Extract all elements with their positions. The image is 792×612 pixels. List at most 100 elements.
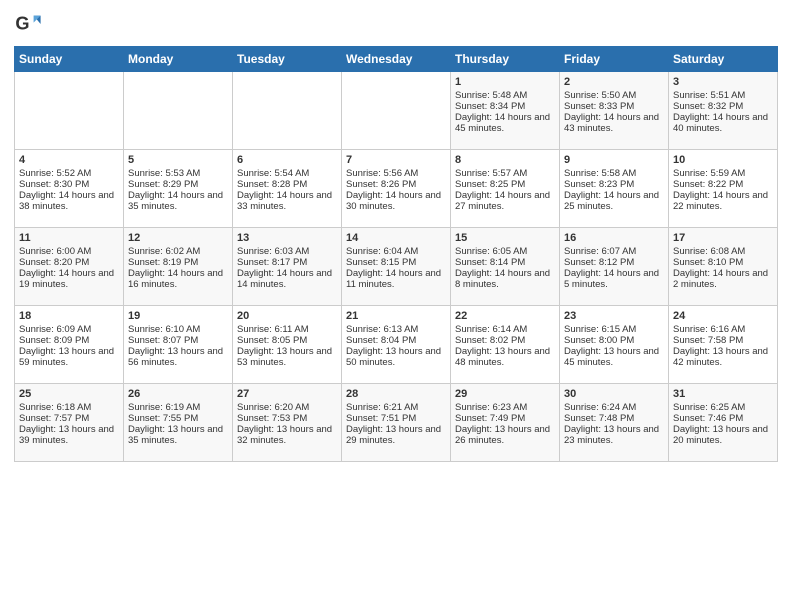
cell-info: Sunset: 8:07 PM [128,335,228,346]
week-row-3: 11Sunrise: 6:00 AMSunset: 8:20 PMDayligh… [15,228,778,306]
day-number: 4 [19,154,119,166]
header-cell-friday: Friday [560,47,669,72]
calendar-cell: 1Sunrise: 5:48 AMSunset: 8:34 PMDaylight… [451,72,560,150]
cell-info: Daylight: 14 hours and 27 minutes. [455,190,555,212]
cell-info: Sunset: 8:05 PM [237,335,337,346]
cell-info: Sunset: 8:17 PM [237,257,337,268]
calendar-cell: 26Sunrise: 6:19 AMSunset: 7:55 PMDayligh… [124,384,233,462]
calendar-cell: 17Sunrise: 6:08 AMSunset: 8:10 PMDayligh… [669,228,778,306]
calendar-cell: 30Sunrise: 6:24 AMSunset: 7:48 PMDayligh… [560,384,669,462]
cell-info: Daylight: 13 hours and 39 minutes. [19,424,119,446]
header-row: SundayMondayTuesdayWednesdayThursdayFrid… [15,47,778,72]
calendar-header: SundayMondayTuesdayWednesdayThursdayFrid… [15,47,778,72]
cell-info: Sunrise: 6:14 AM [455,324,555,335]
cell-info: Sunrise: 6:21 AM [346,402,446,413]
svg-text:G: G [15,14,29,34]
calendar-cell: 22Sunrise: 6:14 AMSunset: 8:02 PMDayligh… [451,306,560,384]
cell-info: Daylight: 14 hours and 11 minutes. [346,268,446,290]
calendar-cell [233,72,342,150]
day-number: 18 [19,310,119,322]
day-number: 16 [564,232,664,244]
cell-info: Sunset: 8:23 PM [564,179,664,190]
day-number: 13 [237,232,337,244]
cell-info: Daylight: 14 hours and 19 minutes. [19,268,119,290]
cell-info: Daylight: 13 hours and 26 minutes. [455,424,555,446]
cell-info: Daylight: 13 hours and 35 minutes. [128,424,228,446]
logo-icon: G [14,10,42,38]
cell-info: Sunrise: 6:05 AM [455,246,555,257]
cell-info: Sunrise: 6:02 AM [128,246,228,257]
calendar-cell: 31Sunrise: 6:25 AMSunset: 7:46 PMDayligh… [669,384,778,462]
day-number: 12 [128,232,228,244]
cell-info: Daylight: 14 hours and 22 minutes. [673,190,773,212]
day-number: 29 [455,388,555,400]
cell-info: Daylight: 13 hours and 42 minutes. [673,346,773,368]
cell-info: Sunset: 8:29 PM [128,179,228,190]
day-number: 3 [673,76,773,88]
week-row-4: 18Sunrise: 6:09 AMSunset: 8:09 PMDayligh… [15,306,778,384]
cell-info: Sunrise: 6:07 AM [564,246,664,257]
page-header: G [14,10,778,38]
cell-info: Sunrise: 6:08 AM [673,246,773,257]
cell-info: Daylight: 13 hours and 59 minutes. [19,346,119,368]
cell-info: Sunset: 8:15 PM [346,257,446,268]
calendar-cell: 27Sunrise: 6:20 AMSunset: 7:53 PMDayligh… [233,384,342,462]
cell-info: Daylight: 13 hours and 50 minutes. [346,346,446,368]
cell-info: Sunrise: 5:58 AM [564,168,664,179]
cell-info: Sunset: 8:10 PM [673,257,773,268]
cell-info: Daylight: 14 hours and 40 minutes. [673,112,773,134]
day-number: 2 [564,76,664,88]
cell-info: Sunset: 8:32 PM [673,101,773,112]
calendar-cell: 5Sunrise: 5:53 AMSunset: 8:29 PMDaylight… [124,150,233,228]
cell-info: Sunrise: 6:19 AM [128,402,228,413]
cell-info: Sunset: 7:46 PM [673,413,773,424]
day-number: 28 [346,388,446,400]
cell-info: Sunrise: 6:18 AM [19,402,119,413]
week-row-5: 25Sunrise: 6:18 AMSunset: 7:57 PMDayligh… [15,384,778,462]
cell-info: Daylight: 14 hours and 8 minutes. [455,268,555,290]
cell-info: Sunset: 8:14 PM [455,257,555,268]
calendar-cell [124,72,233,150]
day-number: 8 [455,154,555,166]
cell-info: Sunrise: 6:04 AM [346,246,446,257]
calendar-cell: 3Sunrise: 5:51 AMSunset: 8:32 PMDaylight… [669,72,778,150]
cell-info: Daylight: 14 hours and 38 minutes. [19,190,119,212]
header-cell-tuesday: Tuesday [233,47,342,72]
cell-info: Sunrise: 6:16 AM [673,324,773,335]
cell-info: Sunset: 7:48 PM [564,413,664,424]
calendar-cell: 25 Sunrise: 6:18 AMSunset: 7:57 PMDayligh… [15,384,124,462]
logo: G [14,10,46,38]
cell-info: Sunset: 7:53 PM [237,413,337,424]
cell-info: Sunset: 7:57 PM [19,413,119,424]
day-number: 27 [237,388,337,400]
calendar-cell: 7Sunrise: 5:56 AMSunset: 8:26 PMDaylight… [342,150,451,228]
day-number: 21 [346,310,446,322]
cell-info: Daylight: 13 hours and 32 minutes. [237,424,337,446]
calendar-cell: 20Sunrise: 6:11 AMSunset: 8:05 PMDayligh… [233,306,342,384]
cell-info: Daylight: 14 hours and 43 minutes. [564,112,664,134]
cell-info: Sunrise: 5:48 AM [455,90,555,101]
day-number: 9 [564,154,664,166]
header-cell-thursday: Thursday [451,47,560,72]
calendar-cell: 21Sunrise: 6:13 AMSunset: 8:04 PMDayligh… [342,306,451,384]
day-number: 31 [673,388,773,400]
day-number: 10 [673,154,773,166]
calendar-cell: 11Sunrise: 6:00 AMSunset: 8:20 PMDayligh… [15,228,124,306]
cell-info: Sunset: 7:51 PM [346,413,446,424]
cell-info: Sunset: 8:19 PM [128,257,228,268]
calendar-cell: 10Sunrise: 5:59 AMSunset: 8:22 PMDayligh… [669,150,778,228]
cell-info: Sunset: 8:02 PM [455,335,555,346]
calendar-cell: 18Sunrise: 6:09 AMSunset: 8:09 PMDayligh… [15,306,124,384]
cell-info: Daylight: 13 hours and 20 minutes. [673,424,773,446]
calendar-cell: 13Sunrise: 6:03 AMSunset: 8:17 PMDayligh… [233,228,342,306]
header-cell-saturday: Saturday [669,47,778,72]
calendar-cell: 4Sunrise: 5:52 AMSunset: 8:30 PMDaylight… [15,150,124,228]
calendar-cell: 24Sunrise: 6:16 AMSunset: 7:58 PMDayligh… [669,306,778,384]
day-number: 11 [19,232,119,244]
day-number: 19 [128,310,228,322]
calendar-cell: 19Sunrise: 6:10 AMSunset: 8:07 PMDayligh… [124,306,233,384]
day-number: 25 [19,388,119,400]
cell-info: Sunrise: 5:52 AM [19,168,119,179]
cell-info: Sunset: 8:28 PM [237,179,337,190]
day-number: 20 [237,310,337,322]
